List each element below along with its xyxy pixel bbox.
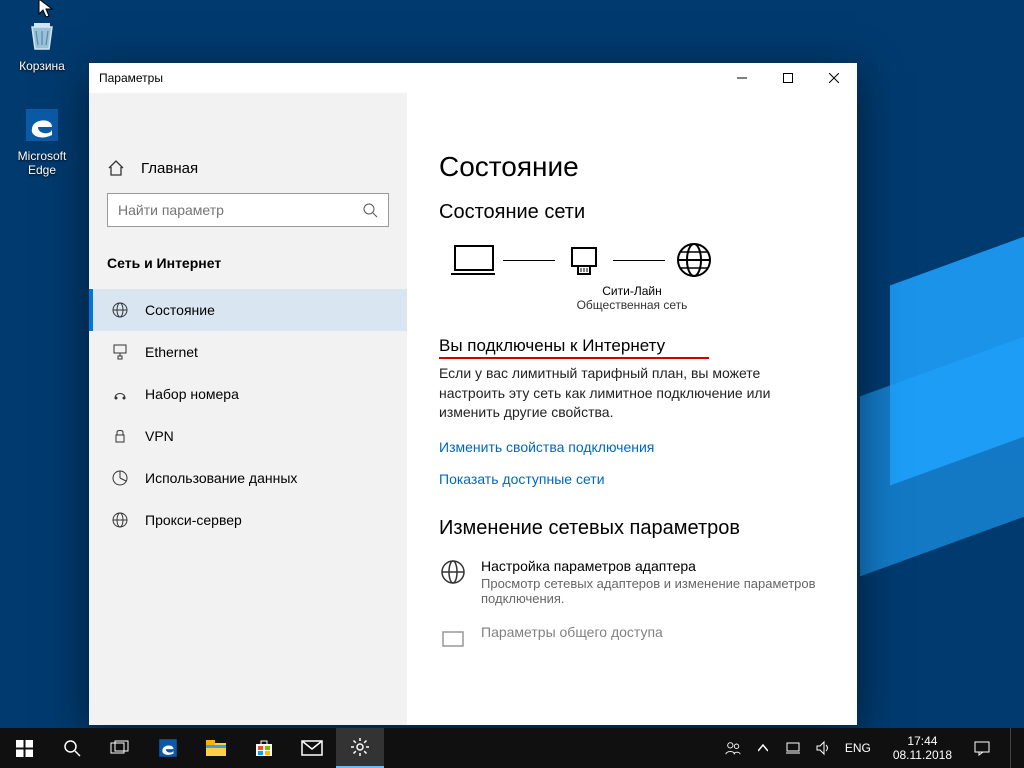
ethernet-icon [111, 343, 129, 361]
network-type: Общественная сеть [439, 298, 825, 312]
taskbar-settings-button[interactable] [336, 728, 384, 768]
mouse-cursor [38, 0, 56, 20]
maximize-button[interactable] [765, 63, 811, 93]
show-desktop-button[interactable] [1010, 728, 1016, 768]
taskbar-mail-button[interactable] [288, 728, 336, 768]
sharing-title: Параметры общего доступа [481, 624, 663, 640]
close-button[interactable] [811, 63, 857, 93]
taskbar-edge-button[interactable] [144, 728, 192, 768]
sidebar-item-data-usage[interactable]: Использование данных [89, 457, 407, 499]
network-name: Сити-Лайн [439, 284, 825, 298]
desktop-icon-label: Корзина [19, 59, 65, 73]
dialup-icon [111, 385, 129, 403]
sharing-icon [439, 624, 467, 652]
system-tray: ENG 17:44 08.11.2018 [725, 728, 1024, 768]
network-tray-icon[interactable] [785, 740, 801, 756]
data-usage-icon [111, 469, 129, 487]
annotation-underline [439, 357, 709, 359]
network-state-heading: Состояние сети [439, 201, 825, 224]
home-label: Главная [141, 160, 198, 177]
people-icon[interactable] [725, 740, 741, 756]
sidebar-section-title: Сеть и Интернет [89, 245, 407, 289]
sharing-settings-item[interactable]: Параметры общего доступа [439, 624, 825, 652]
search-input[interactable] [118, 202, 339, 218]
recycle-bin-icon [22, 15, 62, 55]
desktop-icon-edge[interactable]: Microsoft Edge [6, 105, 78, 177]
connected-paragraph: Если у вас лимитный тарифный план, вы мо… [439, 364, 819, 423]
sidebar-item-label: Использование данных [145, 470, 297, 486]
titlebar[interactable]: Параметры [89, 63, 857, 93]
sidebar-item-dialup[interactable]: Набор номера [89, 373, 407, 415]
sidebar-item-ethernet[interactable]: Ethernet [89, 331, 407, 373]
home-icon [107, 159, 125, 177]
adapter-desc: Просмотр сетевых адаптеров и изменение п… [481, 576, 821, 606]
sidebar-item-label: Ethernet [145, 344, 198, 360]
home-button[interactable]: Главная [89, 149, 407, 185]
volume-tray-icon[interactable] [815, 740, 831, 756]
link-show-available-networks[interactable]: Показать доступные сети [439, 471, 825, 487]
tray-chevron-up-icon[interactable] [755, 740, 771, 756]
start-button[interactable] [0, 728, 48, 768]
connected-heading: Вы подключены к Интернету [439, 336, 825, 356]
sidebar-item-label: VPN [145, 428, 174, 444]
globe-icon [111, 301, 129, 319]
minimize-button[interactable] [719, 63, 765, 93]
sidebar-item-vpn[interactable]: VPN [89, 415, 407, 457]
sidebar-item-label: Прокси-сервер [145, 512, 242, 528]
search-box[interactable] [107, 193, 389, 227]
sidebar-item-status[interactable]: Состояние [89, 289, 407, 331]
change-network-settings-heading: Изменение сетевых параметров [439, 517, 825, 540]
network-diagram [449, 242, 825, 278]
globe-large-icon [669, 242, 719, 278]
settings-window: Параметры Главная Сеть и Интернет Состоя… [89, 63, 857, 725]
adapter-settings-item[interactable]: Настройка параметров адаптера Просмотр с… [439, 558, 825, 606]
window-title: Параметры [99, 71, 163, 85]
router-icon [559, 242, 609, 278]
desktop-icon-label: Microsoft Edge [18, 149, 67, 177]
search-icon [362, 202, 378, 218]
vpn-icon [111, 427, 129, 445]
taskbar-time: 17:44 [893, 734, 952, 748]
main-panel: Состояние Состояние сети Сити-Лайн Общес… [407, 93, 857, 725]
sidebar-item-proxy[interactable]: Прокси-сервер [89, 499, 407, 541]
sidebar: Главная Сеть и Интернет Состояние Ethern… [89, 93, 407, 725]
proxy-icon [111, 511, 129, 529]
computer-icon [449, 242, 499, 278]
action-center-icon[interactable] [974, 740, 990, 756]
language-indicator[interactable]: ENG [845, 741, 871, 755]
adapter-title: Настройка параметров адаптера [481, 558, 821, 574]
taskbar-date: 08.11.2018 [893, 748, 952, 762]
sidebar-item-label: Состояние [145, 302, 215, 318]
link-change-connection-properties[interactable]: Изменить свойства подключения [439, 439, 825, 455]
edge-icon [22, 105, 62, 145]
sidebar-item-label: Набор номера [145, 386, 239, 402]
taskbar: ENG 17:44 08.11.2018 [0, 728, 1024, 768]
page-title: Состояние [439, 151, 825, 183]
task-view-button[interactable] [96, 728, 144, 768]
adapter-icon [439, 558, 467, 586]
taskbar-explorer-button[interactable] [192, 728, 240, 768]
taskbar-clock[interactable]: 17:44 08.11.2018 [885, 734, 960, 763]
network-caption: Сити-Лайн Общественная сеть [439, 284, 825, 312]
taskbar-store-button[interactable] [240, 728, 288, 768]
taskbar-search-button[interactable] [48, 728, 96, 768]
desktop-icon-recycle-bin[interactable]: Корзина [6, 15, 78, 73]
